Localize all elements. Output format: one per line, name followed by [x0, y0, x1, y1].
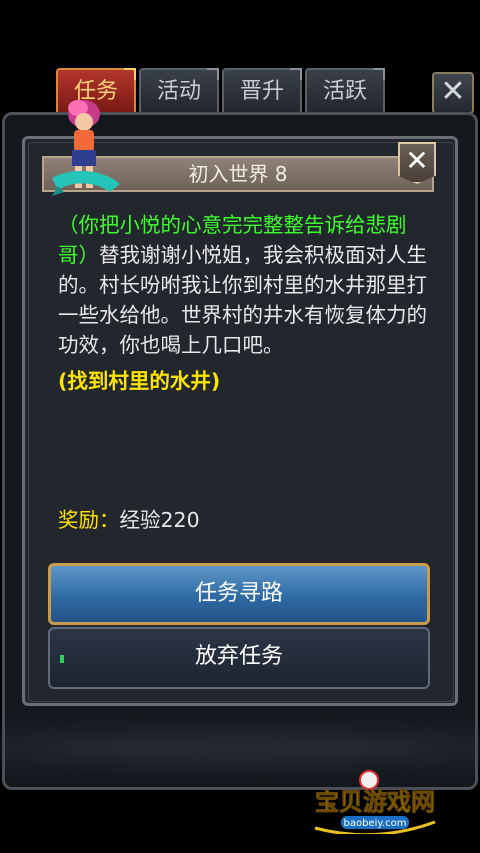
tab-corner-ornament — [373, 68, 385, 80]
pathfind-label: 任务寻路 — [194, 581, 283, 606]
tab-label: 活跃 — [322, 79, 367, 104]
close-quest-detail-button[interactable]: ✕ — [398, 142, 436, 184]
svg-text:baobeiy.com: baobeiy.com — [344, 818, 407, 829]
quest-reward: 奖励：经验220 — [58, 503, 200, 533]
abandon-label: 放弃任务 — [194, 644, 283, 669]
close-icon: ✕ — [440, 74, 466, 109]
reward-value: 经验220 — [119, 508, 200, 532]
quest-description: （你把小悦的心意完完整整告诉给悲剧哥）替我谢谢小悦姐，我会积极面对人生的。村长吩… — [58, 210, 428, 396]
tab-label: 晋升 — [239, 79, 284, 104]
abandon-quest-button[interactable]: 放弃任务 — [48, 627, 430, 689]
quest-objective: (找到村里的水井) — [58, 369, 221, 393]
tab-corner-ornament — [207, 68, 219, 80]
site-watermark-logo: 宝贝游戏网 baobeiy.com — [315, 770, 436, 834]
reward-label: 奖励： — [58, 508, 120, 532]
tab-corner-ornament — [290, 68, 302, 80]
close-window-button[interactable]: ✕ — [432, 72, 474, 114]
tab-promotion[interactable]: 晋升 — [222, 68, 302, 112]
tab-corner-ornament — [124, 68, 136, 80]
tab-activities[interactable]: 活动 — [139, 68, 219, 112]
tab-activeness[interactable]: 活跃 — [305, 68, 385, 112]
npc-avatar — [52, 100, 120, 196]
svg-text:宝贝游戏网: 宝贝游戏网 — [315, 788, 435, 816]
quest-pathfind-button[interactable]: 任务寻路 — [48, 563, 430, 625]
quest-dialogue: 替我谢谢小悦姐，我会积极面对人生的。村长吩咐我让你到村里的水井那里打一些水给他。… — [58, 243, 427, 357]
quest-title: 初入世界 8 — [188, 162, 288, 186]
tab-label: 活动 — [156, 79, 201, 104]
close-icon: ✕ — [405, 144, 429, 177]
indicator-pip — [60, 655, 64, 663]
